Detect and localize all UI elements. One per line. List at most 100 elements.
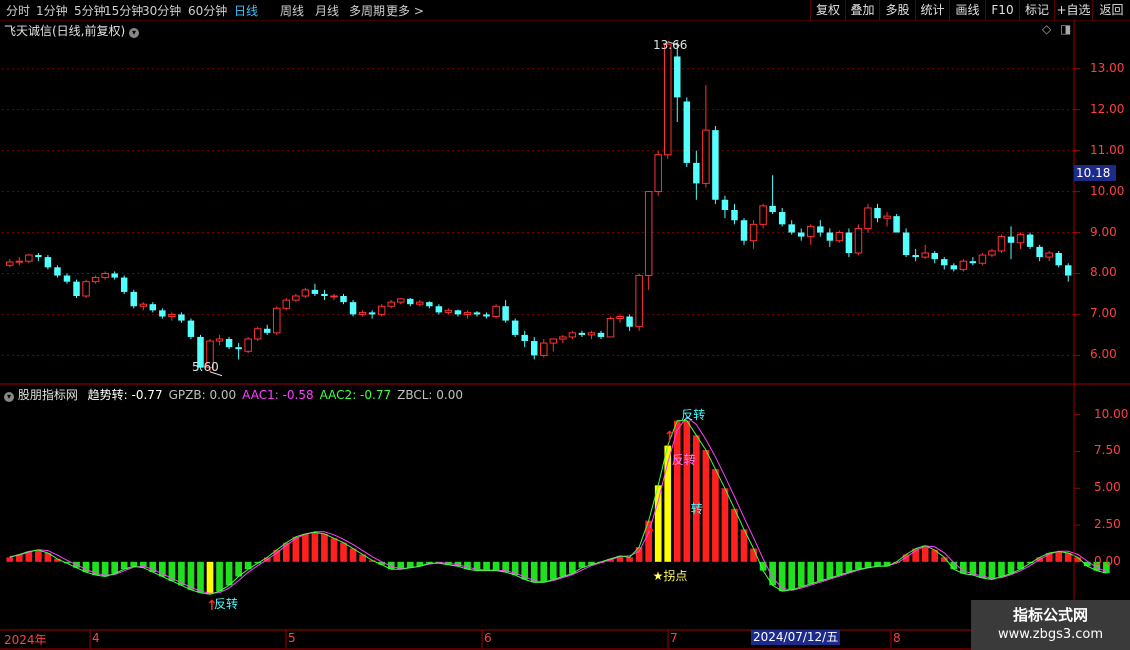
timeframe-tab[interactable]: 分时 [6,2,30,19]
candle-body [292,295,300,301]
candle-body [358,311,367,315]
indicator-bar [797,561,805,587]
candle-body [1016,234,1025,244]
chevron-down-icon[interactable]: ▾ [129,28,140,38]
cursor-date-label: 2024/07/12/五 [751,630,841,645]
toolbar-button[interactable]: 返回 [1092,0,1130,20]
candle-body [606,318,615,338]
legend-item: AAC2: -0.77 [319,388,392,402]
indicator-bar [492,561,500,571]
indicator-bar [6,557,14,562]
candle-body [435,306,443,313]
timeframe-tab[interactable]: 日线 [234,2,258,19]
indicator-bar [721,488,729,562]
indicator-bar [845,561,853,573]
candle-body [635,275,643,328]
low-price-label: 5.60 [192,360,219,374]
toolbar-button[interactable]: 统计 [915,0,949,20]
indicator-bar [540,561,548,583]
timeframe-tab[interactable]: 5分钟 [74,2,106,19]
timeframe-tab[interactable]: 30分钟 [142,2,181,19]
indicator-bar [549,561,557,580]
candle-body [549,338,558,344]
candle-body [854,227,863,254]
candle-body [387,301,395,307]
collapse-icon[interactable]: ▾ [4,392,14,402]
watermark: 指标公式网 www.zbgs3.com [971,600,1130,650]
time-axis-label: 6 [484,631,492,645]
candle-body [921,252,929,258]
indicator-bar [864,561,872,568]
toolbar-button[interactable]: 叠加 [845,0,879,20]
candle-body [187,320,195,337]
timeframe-tab[interactable]: 多周期 [349,2,385,19]
toolbar-button[interactable]: 复权 [810,0,845,20]
indicator-bar [712,469,719,562]
toolbar-button[interactable]: 画线 [949,0,985,20]
indicator-y-tick: 0.00 [1094,553,1121,568]
timeframe-tab[interactable]: 1分钟 [36,2,68,19]
candle-body [273,307,281,334]
candle-body [759,205,767,225]
timeframe-tab[interactable]: 15分钟 [104,2,143,19]
indicator-bar [406,561,414,568]
candle-body [941,259,948,266]
toolbar-button[interactable]: +自选 [1054,0,1092,20]
indicator-bar [855,561,862,570]
candle-body [654,154,662,193]
candle-body [330,295,338,298]
candle-body [73,281,80,296]
candle-body [683,101,691,163]
timeframe-tab[interactable]: 更多 > [386,2,424,19]
candle-body [978,254,987,264]
panel-toggle-icon[interactable]: ◨ [1060,22,1071,36]
candle-body [511,320,519,335]
indicator-bar [683,420,691,562]
timeframe-tab[interactable]: 月线 [315,2,339,19]
toolbar-button[interactable]: F10 [985,0,1019,20]
candle-body [502,306,509,321]
candle-body [969,261,977,264]
candle-body [368,312,376,315]
indicator-bars [6,420,1110,595]
candle-body [663,43,672,156]
indicator-bar [321,533,328,562]
panel-diamond-icon[interactable]: ◇ [1042,22,1051,36]
candle-body [120,277,128,292]
candle-body [740,220,748,241]
candle-body [749,223,758,242]
chart-area [0,20,1130,650]
candle-body [874,207,881,219]
candle-body [797,232,805,237]
timeframe-tab[interactable]: 60分钟 [188,2,227,19]
toolbar: 分时 1分钟 5分钟 15分钟 30分钟 60分钟 日线 周线 月线 多周期 更多 > 复权 叠加 多股统… [0,0,1130,21]
indicator-bar [988,561,996,580]
candle-body [492,305,500,317]
price-y-tick: 7.00 [1090,306,1117,321]
candle-body [864,207,872,229]
indicator-bar [626,557,633,562]
candle-body [1036,246,1043,258]
candle-body [693,162,700,184]
toolbar-button[interactable]: 标记 [1019,0,1054,20]
indicator-bar [750,548,757,562]
candle-body [712,130,719,200]
watermark-title: 指标公式网 [1012,606,1088,624]
indicator-bar [302,533,309,562]
indicator-bar [816,561,824,581]
indicator-annotation: ★拐点 [652,568,688,583]
time-axis-label: 7 [670,631,678,645]
candle-body [902,232,910,256]
candle-body [788,224,795,233]
indicator-bar [559,561,567,577]
indicator-y-tick: 10.00 [1094,406,1129,421]
timeframe-tab[interactable]: 周线 [280,2,304,19]
candle-body [521,334,528,342]
watermark-url: www.zbgs3.com [997,627,1104,642]
indicator-bar [330,538,338,562]
toolbar-button[interactable]: 多股 [879,0,915,20]
indicator-bar [225,561,233,586]
candle-body [912,255,919,258]
candle-body [807,225,815,238]
price-y-tick: 9.00 [1090,224,1117,239]
